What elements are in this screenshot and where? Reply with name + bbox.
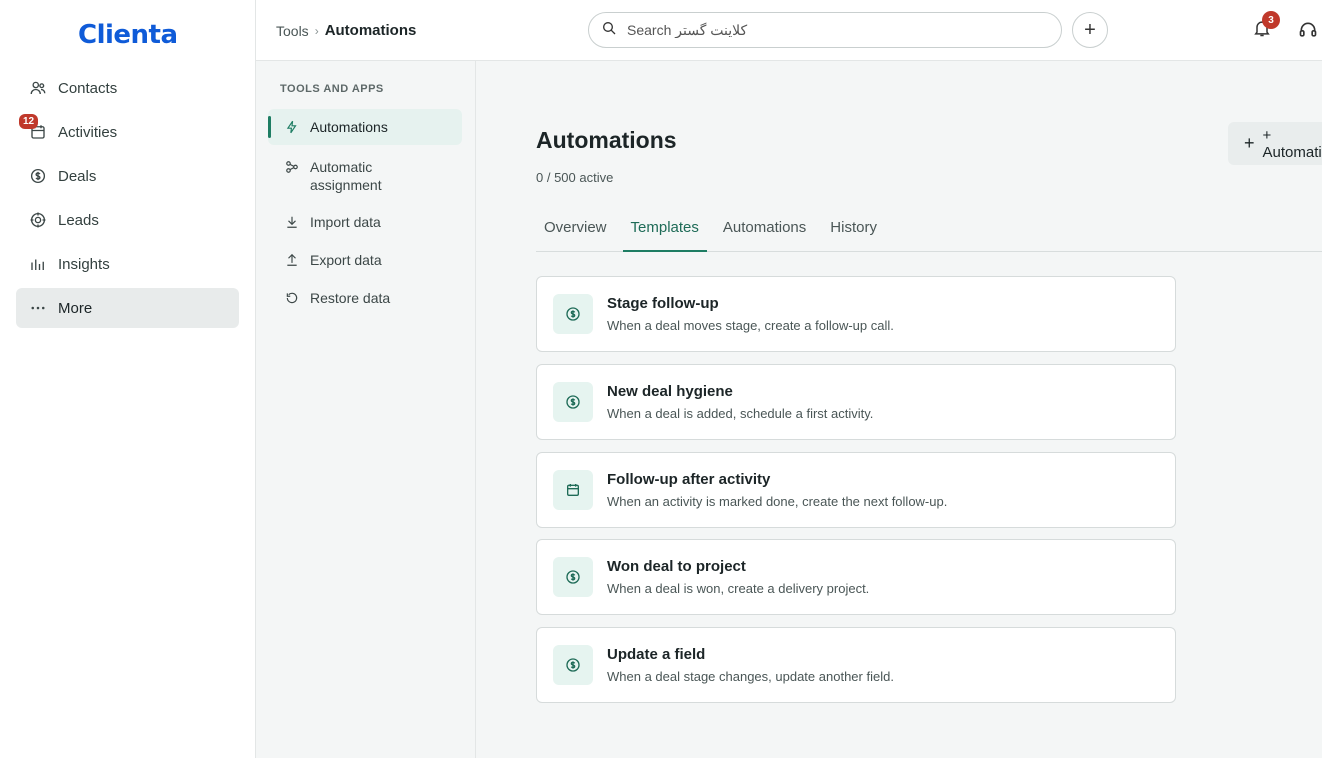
deals-icon [28, 166, 48, 186]
tab-history[interactable]: History [822, 209, 885, 251]
subnav-title: TOOLS AND APPS [280, 83, 384, 95]
template-card-new-deal-hygiene[interactable]: New deal hygiene When a deal is added, s… [536, 364, 1176, 440]
subnav-item-label: Automatic assignment [310, 159, 382, 193]
notifications-badge: 3 [1262, 11, 1280, 29]
template-description: When a deal is won, create a delivery pr… [607, 581, 870, 596]
contacts-icon [28, 78, 48, 98]
template-description: When a deal moves stage, create a follow… [607, 318, 894, 333]
template-card-update-a-field[interactable]: Update a field When a deal stage changes… [536, 627, 1176, 703]
quick-add-button[interactable]: + [1072, 12, 1108, 48]
download-icon [284, 214, 300, 230]
deal-icon [553, 645, 593, 685]
breadcrumb-separator-icon: › [314, 23, 319, 38]
subnav-item-restore-data[interactable]: Restore data [268, 280, 462, 316]
active-count: 0 / 500 active [536, 170, 614, 185]
subnav-item-automatic-assignment[interactable]: Automatic assignment [268, 149, 448, 203]
template-card-follow-up-after-activity[interactable]: Follow-up after activity When an activit… [536, 452, 1176, 528]
template-card-won-deal-to-project[interactable]: Won deal to project When a deal is won, … [536, 539, 1176, 615]
template-description: When a deal is added, schedule a first a… [607, 406, 874, 421]
plus-icon: + [1084, 18, 1096, 41]
breadcrumb-tools[interactable]: Tools [276, 23, 309, 39]
tab-automations[interactable]: Automations [715, 209, 814, 251]
headset-icon [1299, 22, 1317, 37]
nav-item-deals[interactable]: Deals [16, 156, 239, 196]
main-content: Automations 0 / 500 active + + Automati o… [476, 61, 1322, 758]
nav-item-contacts[interactable]: Contacts [16, 68, 239, 108]
nav-item-label: Leads [58, 211, 99, 229]
template-title: Won deal to project [607, 558, 746, 575]
subnav-item-export-data[interactable]: Export data [268, 242, 462, 278]
subnav-item-automations[interactable]: Automations [268, 109, 462, 145]
subnav-item-label: Restore data [310, 290, 391, 306]
search-box[interactable] [588, 12, 1062, 48]
assignment-icon [284, 159, 300, 175]
restore-icon [284, 290, 300, 306]
plus-icon: + [1244, 133, 1255, 153]
chart-icon [28, 254, 48, 274]
add-automation-label: + Automation [1262, 126, 1322, 161]
left-navigation: Clienta Contacts Activities 12 Deals Lea… [0, 0, 256, 758]
subnav-item-label: Export data [310, 252, 382, 268]
tab-templates[interactable]: Templates [622, 209, 708, 252]
activities-count-badge: 12 [19, 114, 39, 129]
top-bar: Tools › Automations + 3 [256, 0, 1322, 61]
nav-item-label: Insights [58, 255, 110, 273]
calendar-icon [553, 470, 593, 510]
deal-icon [553, 382, 593, 422]
nav-item-label: Deals [58, 167, 97, 185]
subnav-item-import-data[interactable]: Import data [268, 204, 462, 240]
nav-item-label: Contacts [58, 79, 118, 97]
nav-item-leads[interactable]: Leads [16, 200, 239, 240]
breadcrumb: Tools › Automations [276, 22, 416, 39]
app-logo[interactable]: Clienta [78, 20, 178, 50]
subnav-item-label: Import data [310, 214, 381, 230]
template-description: When a deal stage changes, update anothe… [607, 669, 894, 684]
template-card-stage-follow-up[interactable]: Stage follow-up When a deal moves stage,… [536, 276, 1176, 352]
tab-bar: Overview Templates Automations History [536, 209, 1322, 252]
page-title: Automations [536, 127, 677, 153]
tab-overview[interactable]: Overview [536, 209, 615, 251]
template-description: When an activity is marked done, create … [607, 494, 948, 509]
breadcrumb-current: Automations [324, 22, 417, 39]
more-icon [28, 298, 48, 318]
target-icon [28, 210, 48, 230]
nav-item-label: Activities [58, 123, 118, 141]
tools-sidebar: TOOLS AND APPS Automations Automatic ass… [256, 61, 476, 758]
add-automation-button[interactable]: + + Automation [1228, 122, 1322, 165]
nav-item-insights[interactable]: Insights [16, 244, 239, 284]
template-title: Follow-up after activity [607, 471, 771, 488]
search-icon [601, 20, 617, 41]
template-title: New deal hygiene [607, 383, 733, 400]
deal-icon [553, 557, 593, 597]
bolt-icon [284, 119, 300, 135]
template-title: Stage follow-up [607, 295, 719, 312]
deal-icon [553, 294, 593, 334]
search-input[interactable] [627, 22, 1027, 38]
help-button[interactable] [1298, 20, 1320, 42]
nav-item-label: More [58, 299, 93, 317]
upload-icon [284, 252, 300, 268]
template-title: Update a field [607, 646, 706, 663]
subnav-item-label: Automations [310, 119, 388, 135]
nav-item-activities[interactable]: Activities [16, 112, 239, 152]
nav-item-more[interactable]: More [16, 288, 239, 328]
